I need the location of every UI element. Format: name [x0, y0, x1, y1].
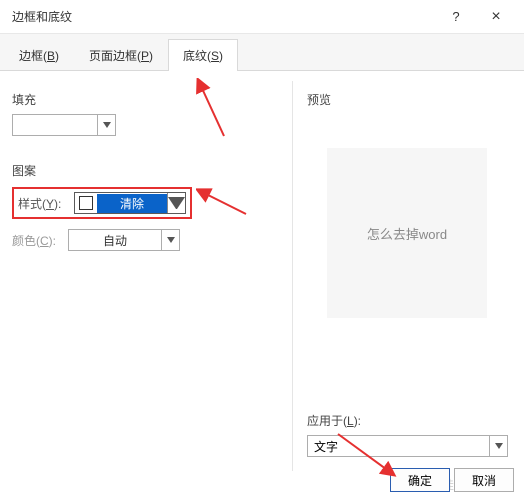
preview-area: 怎么去掉word	[327, 148, 487, 318]
ok-button[interactable]: 确定	[390, 468, 450, 492]
chevron-down-icon	[167, 193, 185, 213]
tab-borders[interactable]: 边框(B)	[4, 39, 74, 71]
dialog-footer: 确定 取消	[390, 468, 514, 492]
pattern-color-value: 自动	[69, 232, 161, 249]
highlight-box: 样式(Y): 清除	[12, 187, 192, 219]
fill-section-label: 填充	[12, 91, 278, 108]
pattern-style-combo[interactable]: 清除	[74, 192, 186, 214]
apply-to-combo[interactable]: 文字	[307, 435, 508, 457]
preview-section-label: 预览	[307, 91, 516, 108]
style-label: 样式(Y):	[18, 195, 68, 212]
apply-to-value: 文字	[308, 438, 489, 455]
color-label: 颜色(C):	[12, 232, 62, 249]
cancel-button[interactable]: 取消	[454, 468, 514, 492]
chevron-down-icon	[97, 115, 115, 135]
close-button[interactable]: ×	[476, 2, 516, 32]
fill-color-combo[interactable]	[12, 114, 116, 136]
chevron-down-icon	[161, 230, 179, 250]
tab-label: 边框(B)	[19, 49, 59, 63]
apply-to-label: 应用于(L):	[307, 412, 508, 429]
tab-shading[interactable]: 底纹(S)	[168, 39, 238, 71]
help-button[interactable]: ?	[436, 2, 476, 32]
dialog-title: 边框和底纹	[12, 8, 436, 25]
tab-strip: 边框(B) 页面边框(P) 底纹(S)	[0, 34, 524, 71]
preview-text: 怎么去掉word	[367, 224, 447, 243]
pattern-section-label: 图案	[12, 162, 278, 179]
chevron-down-icon	[489, 436, 507, 456]
pattern-color-combo[interactable]: 自动	[68, 229, 180, 251]
pattern-swatch	[79, 196, 93, 210]
pattern-style-value: 清除	[97, 194, 167, 213]
tab-page-border[interactable]: 页面边框(P)	[74, 39, 168, 71]
tab-label: 底纹(S)	[183, 49, 223, 63]
title-bar: 边框和底纹 ? ×	[0, 0, 524, 34]
tab-label: 页面边框(P)	[89, 49, 153, 63]
